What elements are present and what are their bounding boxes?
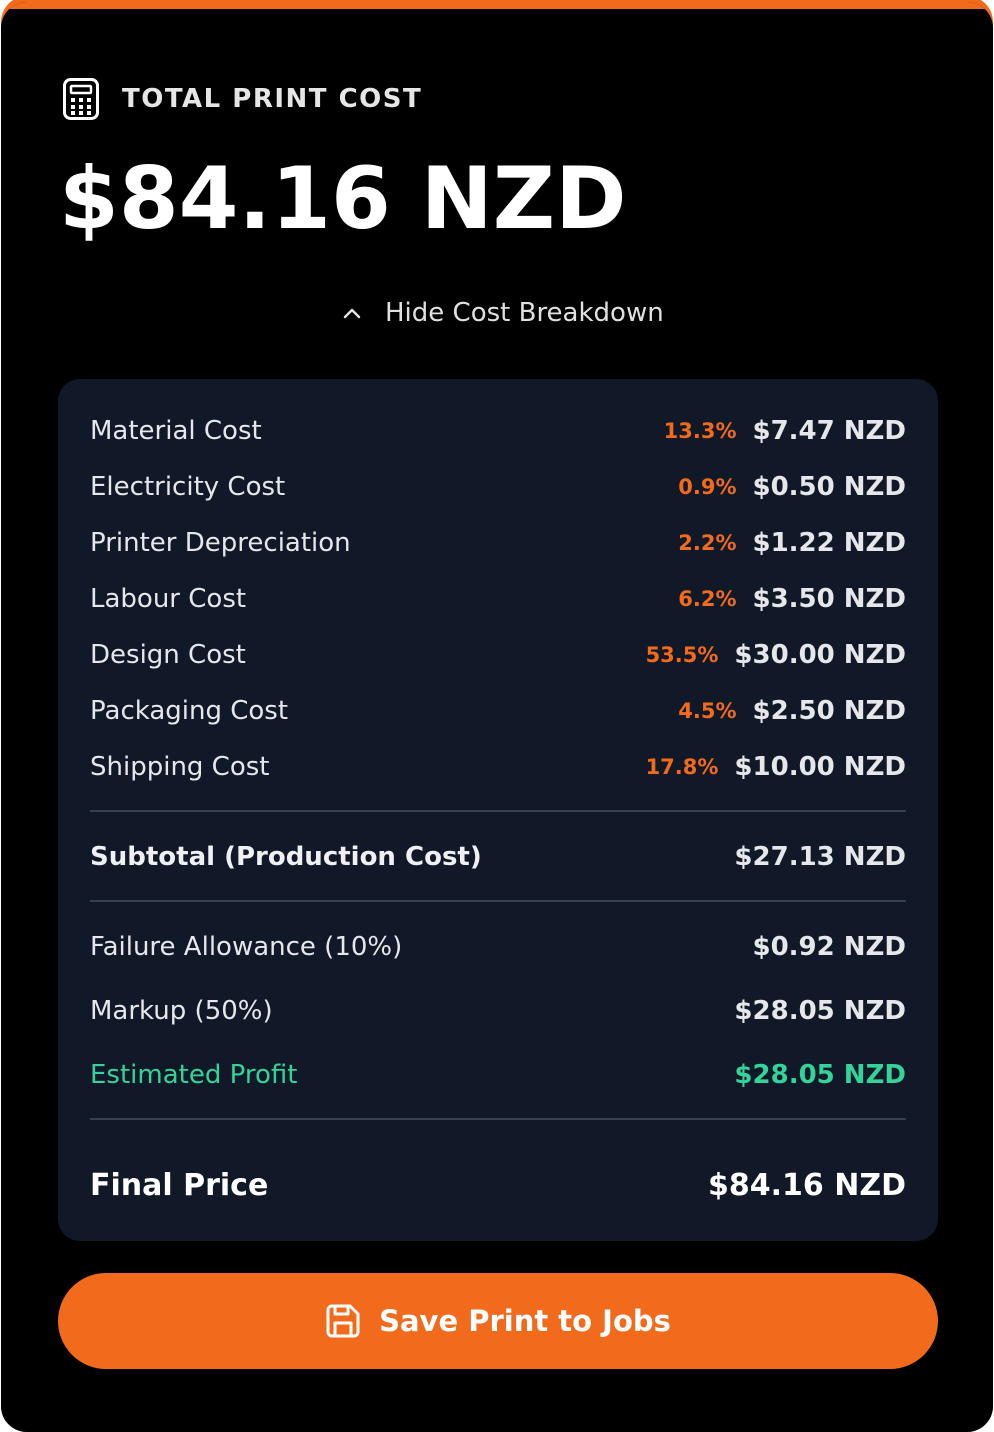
divider: [90, 900, 906, 902]
breakdown-amount: $0.50 NZD: [752, 472, 907, 502]
breakdown-row-shipping: Shipping Cost 17.8% $10.00 NZD: [90, 747, 906, 787]
subtotal-label: Subtotal (Production Cost): [90, 842, 482, 872]
markup-label: Markup (50%): [90, 996, 273, 1026]
breakdown-label: Design Cost: [90, 640, 246, 670]
breakdown-row-packaging: Packaging Cost 4.5% $2.50 NZD: [90, 691, 906, 731]
breakdown-row-design: Design Cost 53.5% $30.00 NZD: [90, 635, 906, 675]
breakdown-amount: $7.47 NZD: [752, 416, 907, 446]
toggle-breakdown-button[interactable]: Hide Cost Breakdown: [341, 293, 664, 333]
breakdown-row-depreciation: Printer Depreciation 2.2% $1.22 NZD: [90, 523, 906, 563]
breakdown-label: Material Cost: [90, 416, 262, 446]
cost-card: TOTAL PRINT COST $84.16 NZD Hide Cost Br…: [1, 2, 993, 1432]
final-price-amount: $84.16 NZD: [708, 1167, 906, 1203]
markup-row: Markup (50%) $28.05 NZD: [90, 991, 906, 1031]
final-price-row: Final Price $84.16 NZD: [90, 1165, 906, 1205]
card-header: TOTAL PRINT COST: [62, 77, 422, 121]
breakdown-label: Labour Cost: [90, 584, 247, 614]
breakdown-row-material: Material Cost 13.3% $7.47 NZD: [90, 411, 906, 451]
failure-allowance-label: Failure Allowance (10%): [90, 932, 403, 962]
breakdown-percent: 2.2%: [678, 531, 737, 555]
breakdown-percent: 4.5%: [678, 699, 737, 723]
failure-allowance-row: Failure Allowance (10%) $0.92 NZD: [90, 927, 906, 967]
estimated-profit-amount: $28.05 NZD: [734, 1060, 906, 1090]
breakdown-row-electricity: Electricity Cost 0.9% $0.50 NZD: [90, 467, 906, 507]
breakdown-amount: $1.22 NZD: [752, 528, 907, 558]
save-icon: [326, 1304, 360, 1338]
breakdown-row-labour: Labour Cost 6.2% $3.50 NZD: [90, 579, 906, 619]
calculator-icon: [63, 78, 99, 120]
breakdown-percent: 53.5%: [645, 643, 719, 667]
breakdown-label: Electricity Cost: [90, 472, 286, 502]
cost-card-body: TOTAL PRINT COST $84.16 NZD Hide Cost Br…: [1, 9, 993, 1432]
subtotal-row: Subtotal (Production Cost) $27.13 NZD: [90, 837, 906, 877]
breakdown-label: Shipping Cost: [90, 752, 270, 782]
breakdown-percent: 6.2%: [678, 587, 737, 611]
divider: [90, 1118, 906, 1120]
breakdown-amount: $2.50 NZD: [752, 696, 907, 726]
estimated-profit-row: Estimated Profit $28.05 NZD: [90, 1055, 906, 1095]
failure-allowance-amount: $0.92 NZD: [752, 932, 907, 962]
cost-breakdown-panel: Material Cost 13.3% $7.47 NZD Electricit…: [58, 379, 938, 1241]
markup-amount: $28.05 NZD: [734, 996, 906, 1026]
total-print-cost-label: TOTAL PRINT COST: [122, 84, 423, 114]
total-cost-value: $84.16 NZD: [59, 149, 627, 249]
breakdown-amount: $30.00 NZD: [734, 640, 906, 670]
save-print-button[interactable]: Save Print to Jobs: [58, 1273, 938, 1369]
breakdown-percent: 17.8%: [645, 755, 719, 779]
breakdown-percent: 13.3%: [663, 419, 737, 443]
save-print-label: Save Print to Jobs: [379, 1304, 671, 1338]
breakdown-percent: 0.9%: [678, 475, 737, 499]
final-price-label: Final Price: [90, 1167, 269, 1203]
breakdown-amount: $3.50 NZD: [752, 584, 907, 614]
toggle-breakdown-label: Hide Cost Breakdown: [385, 298, 664, 328]
estimated-profit-label: Estimated Profit: [90, 1060, 298, 1090]
breakdown-label: Printer Depreciation: [90, 528, 351, 558]
divider: [90, 810, 906, 812]
subtotal-amount: $27.13 NZD: [734, 842, 906, 872]
breakdown-amount: $10.00 NZD: [734, 752, 906, 782]
chevron-up-icon: [343, 308, 361, 319]
breakdown-label: Packaging Cost: [90, 696, 289, 726]
